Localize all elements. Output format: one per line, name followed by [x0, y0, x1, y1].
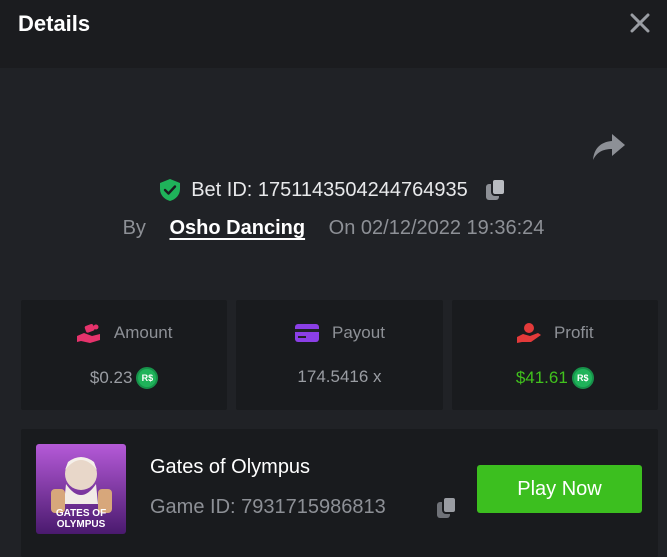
coins-hand-icon: [76, 324, 100, 343]
profit-card: Profit $41.61 R$: [451, 300, 658, 410]
profit-value: $41.61: [515, 368, 568, 387]
bet-timestamp: 02/12/2022 19:36:24: [360, 217, 545, 239]
profit-label: Profit: [553, 323, 594, 342]
copy-icon[interactable]: [484, 178, 508, 202]
thumb-title-line2: OLYMPUS: [57, 519, 106, 530]
bet-meta-row: By Osho Dancing On 02/12/2022 19:36:24: [0, 217, 667, 240]
share-icon[interactable]: [592, 132, 626, 162]
game-thumbnail[interactable]: GATES OF OLYMPUS: [36, 444, 126, 534]
stats-row: Amount $0.23 R$ Payout 174.5416 x Profit: [21, 300, 658, 410]
currency-badge: R$: [571, 367, 594, 389]
thumb-title-line1: GATES OF: [56, 508, 106, 519]
game-id: Game ID: 7931715986813: [150, 496, 386, 518]
bet-id-row: Bet ID: 1751143504244764935: [0, 178, 667, 208]
currency-badge: R$: [136, 367, 159, 389]
payout-value: 174.5416 x: [297, 367, 382, 386]
amount-value: $0.23: [89, 368, 133, 387]
close-icon[interactable]: [627, 10, 653, 36]
by-label: By: [122, 217, 146, 239]
bet-id: Bet ID: 1751143504244764935: [191, 178, 468, 201]
card-icon: [295, 324, 320, 342]
game-name[interactable]: Gates of Olympus: [150, 456, 310, 479]
play-now-button[interactable]: Play Now: [477, 465, 642, 513]
page-title: Details: [18, 11, 91, 36]
amount-label: Amount: [113, 323, 173, 342]
payout-card: Payout 174.5416 x: [236, 300, 443, 410]
game-card: GATES OF OLYMPUS Gates of Olympus Game I…: [21, 429, 658, 557]
username-link[interactable]: Osho Dancing: [170, 217, 306, 239]
on-label: On: [328, 217, 356, 239]
profit-hand-icon: [516, 323, 541, 343]
header-bar: Details: [0, 0, 667, 68]
amount-card: Amount $0.23 R$: [21, 300, 228, 410]
verified-shield-icon: [160, 179, 181, 201]
payout-label: Payout: [332, 323, 385, 342]
copy-icon[interactable]: [435, 496, 459, 520]
